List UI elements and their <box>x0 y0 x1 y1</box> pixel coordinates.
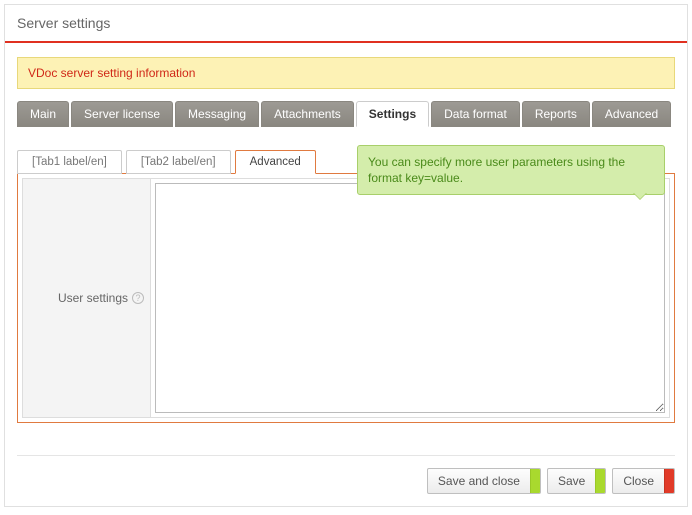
help-icon[interactable]: ? <box>132 292 144 304</box>
accent-icon <box>530 469 540 493</box>
close-label: Close <box>613 469 664 493</box>
tab-main[interactable]: Main <box>17 101 69 127</box>
tab-reports[interactable]: Reports <box>522 101 590 127</box>
tab-advanced[interactable]: Advanced <box>592 101 671 127</box>
tab-settings[interactable]: Settings <box>356 101 429 127</box>
secondary-tabs: [Tab1 label/en] [Tab2 label/en] Advanced <box>17 149 675 173</box>
secondary-tabs-wrap: [Tab1 label/en] [Tab2 label/en] Advanced… <box>17 149 675 423</box>
user-settings-label: User settings <box>58 291 128 305</box>
subtab-tab2[interactable]: [Tab2 label/en] <box>126 150 231 174</box>
subtab-tab1[interactable]: [Tab1 label/en] <box>17 150 122 174</box>
tab-server-license[interactable]: Server license <box>71 101 173 127</box>
accent-icon <box>595 469 605 493</box>
content-box: You can specify more user parameters usi… <box>17 173 675 423</box>
primary-tabs: Main Server license Messaging Attachment… <box>5 101 687 127</box>
save-label: Save <box>548 469 595 493</box>
save-and-close-label: Save and close <box>428 469 530 493</box>
page-title: Server settings <box>5 5 687 43</box>
tab-data-format[interactable]: Data format <box>431 101 520 127</box>
tab-attachments[interactable]: Attachments <box>261 101 354 127</box>
tab-messaging[interactable]: Messaging <box>175 101 259 127</box>
save-button[interactable]: Save <box>547 468 606 494</box>
accent-icon <box>664 469 674 493</box>
form-row: User settings ? <box>22 178 670 418</box>
user-settings-textarea[interactable] <box>155 183 665 413</box>
close-button[interactable]: Close <box>612 468 675 494</box>
user-settings-field-cell <box>151 179 669 417</box>
user-settings-label-cell: User settings ? <box>23 179 151 417</box>
server-settings-panel: Server settings VDoc server setting info… <box>4 4 688 507</box>
subtab-advanced[interactable]: Advanced <box>235 150 316 174</box>
info-banner: VDoc server setting information <box>17 57 675 89</box>
footer-actions: Save and close Save Close <box>17 455 675 506</box>
save-and-close-button[interactable]: Save and close <box>427 468 541 494</box>
